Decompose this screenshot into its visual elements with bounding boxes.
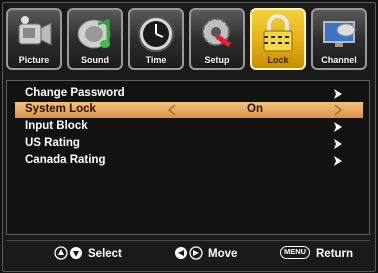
menu-item-label: System Lock xyxy=(25,103,96,115)
clock-icon xyxy=(138,16,174,52)
tab-bar: Picture Sound Time Setup Lock Channel xyxy=(6,6,372,74)
menu-item-canada-rating[interactable]: Canada Rating xyxy=(15,153,363,169)
padlock-icon xyxy=(263,14,293,52)
tab-label: Sound xyxy=(81,55,109,65)
tab-time[interactable]: Time xyxy=(128,8,184,70)
menu-item-system-lock[interactable]: System Lock On xyxy=(15,102,363,118)
menu-key-icon: MENU xyxy=(280,246,310,259)
camcorder-icon xyxy=(18,16,52,46)
tab-label: Setup xyxy=(204,55,230,65)
chevron-right-icon xyxy=(334,139,342,149)
tab-label: Time xyxy=(145,55,167,65)
return-hint-label: Return xyxy=(316,248,354,260)
satellite-dish-icon xyxy=(323,21,356,47)
left-right-keys-icon xyxy=(175,246,203,260)
tab-label: Channel xyxy=(321,55,357,65)
chevron-right-icon xyxy=(334,156,342,166)
menu-item-input-block[interactable]: Input Block xyxy=(15,119,363,135)
chevron-right-icon xyxy=(334,122,342,132)
tab-label: Picture xyxy=(18,55,50,65)
menu-item-label: Change Password xyxy=(25,87,125,99)
menu-item-label: Canada Rating xyxy=(25,154,106,166)
chevron-left-icon[interactable] xyxy=(167,104,177,116)
select-hint-label: Select xyxy=(88,248,122,260)
menu-item-label: US Rating xyxy=(25,137,80,149)
tab-label: Lock xyxy=(267,55,289,65)
key-hint-bar: Select Move MENU Return xyxy=(6,242,370,268)
menu-item-us-rating[interactable]: US Rating xyxy=(15,136,363,152)
up-down-keys-icon xyxy=(54,246,82,260)
footer-divider xyxy=(6,240,370,241)
lock-menu-panel: Change Password System Lock On Input Blo… xyxy=(6,80,370,235)
tab-lock[interactable]: Lock xyxy=(250,8,306,70)
tab-setup[interactable]: Setup xyxy=(189,8,245,70)
tab-channel[interactable]: Channel xyxy=(311,8,367,70)
chevron-right-icon xyxy=(334,89,342,99)
tab-picture[interactable]: Picture xyxy=(6,8,62,70)
menu-item-change-password[interactable]: Change Password xyxy=(15,86,363,102)
move-hint-label: Move xyxy=(208,248,238,260)
menu-item-label: Input Block xyxy=(25,120,88,132)
music-note-icon xyxy=(77,18,111,49)
chevron-right-icon[interactable] xyxy=(333,104,343,116)
tab-sound[interactable]: Sound xyxy=(67,8,123,70)
system-lock-value: On xyxy=(247,103,263,115)
tools-icon xyxy=(202,18,232,48)
